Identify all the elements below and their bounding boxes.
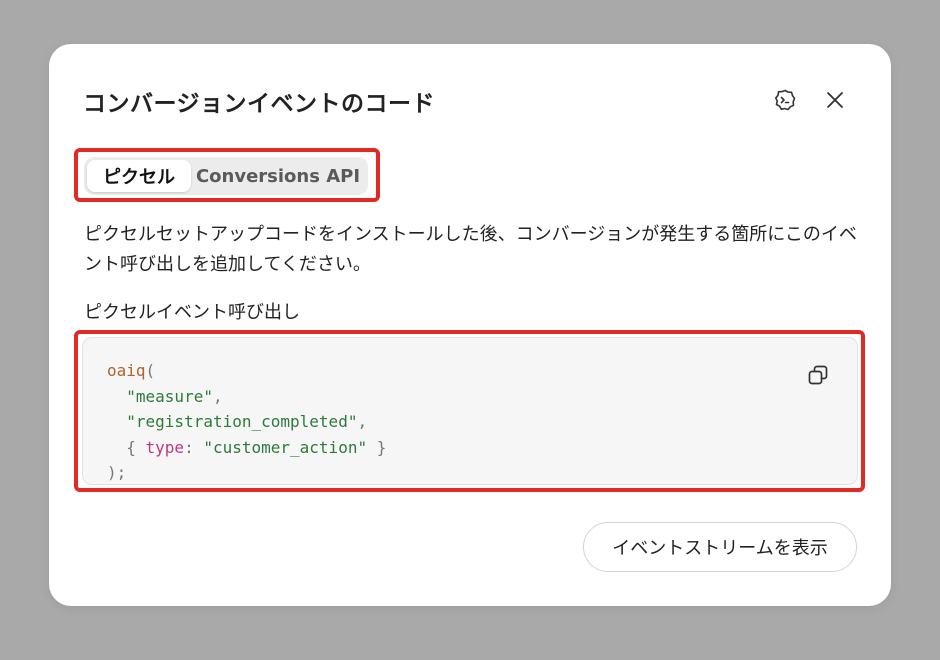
close-button[interactable] bbox=[821, 86, 849, 114]
tabs-highlight-annotation bbox=[74, 148, 380, 202]
description-text: ピクセルセットアップコードをインストールした後、コンバージョンが発生する箇所にこ… bbox=[84, 224, 857, 275]
code-highlight-annotation bbox=[74, 330, 865, 492]
view-event-stream-button[interactable]: イベントストリームを表示 bbox=[583, 522, 857, 572]
conversion-code-modal: コンバージョンイベントのコード ピクセル Conversions API ピクセ… bbox=[49, 44, 891, 606]
modal-title: コンバージョンイベントのコード bbox=[83, 91, 436, 117]
code-section-label: ピクセルイベント呼び出し bbox=[84, 302, 300, 323]
ai-assistant-icon bbox=[775, 89, 796, 111]
ai-assistant-button[interactable] bbox=[771, 86, 799, 114]
close-icon bbox=[827, 92, 843, 108]
